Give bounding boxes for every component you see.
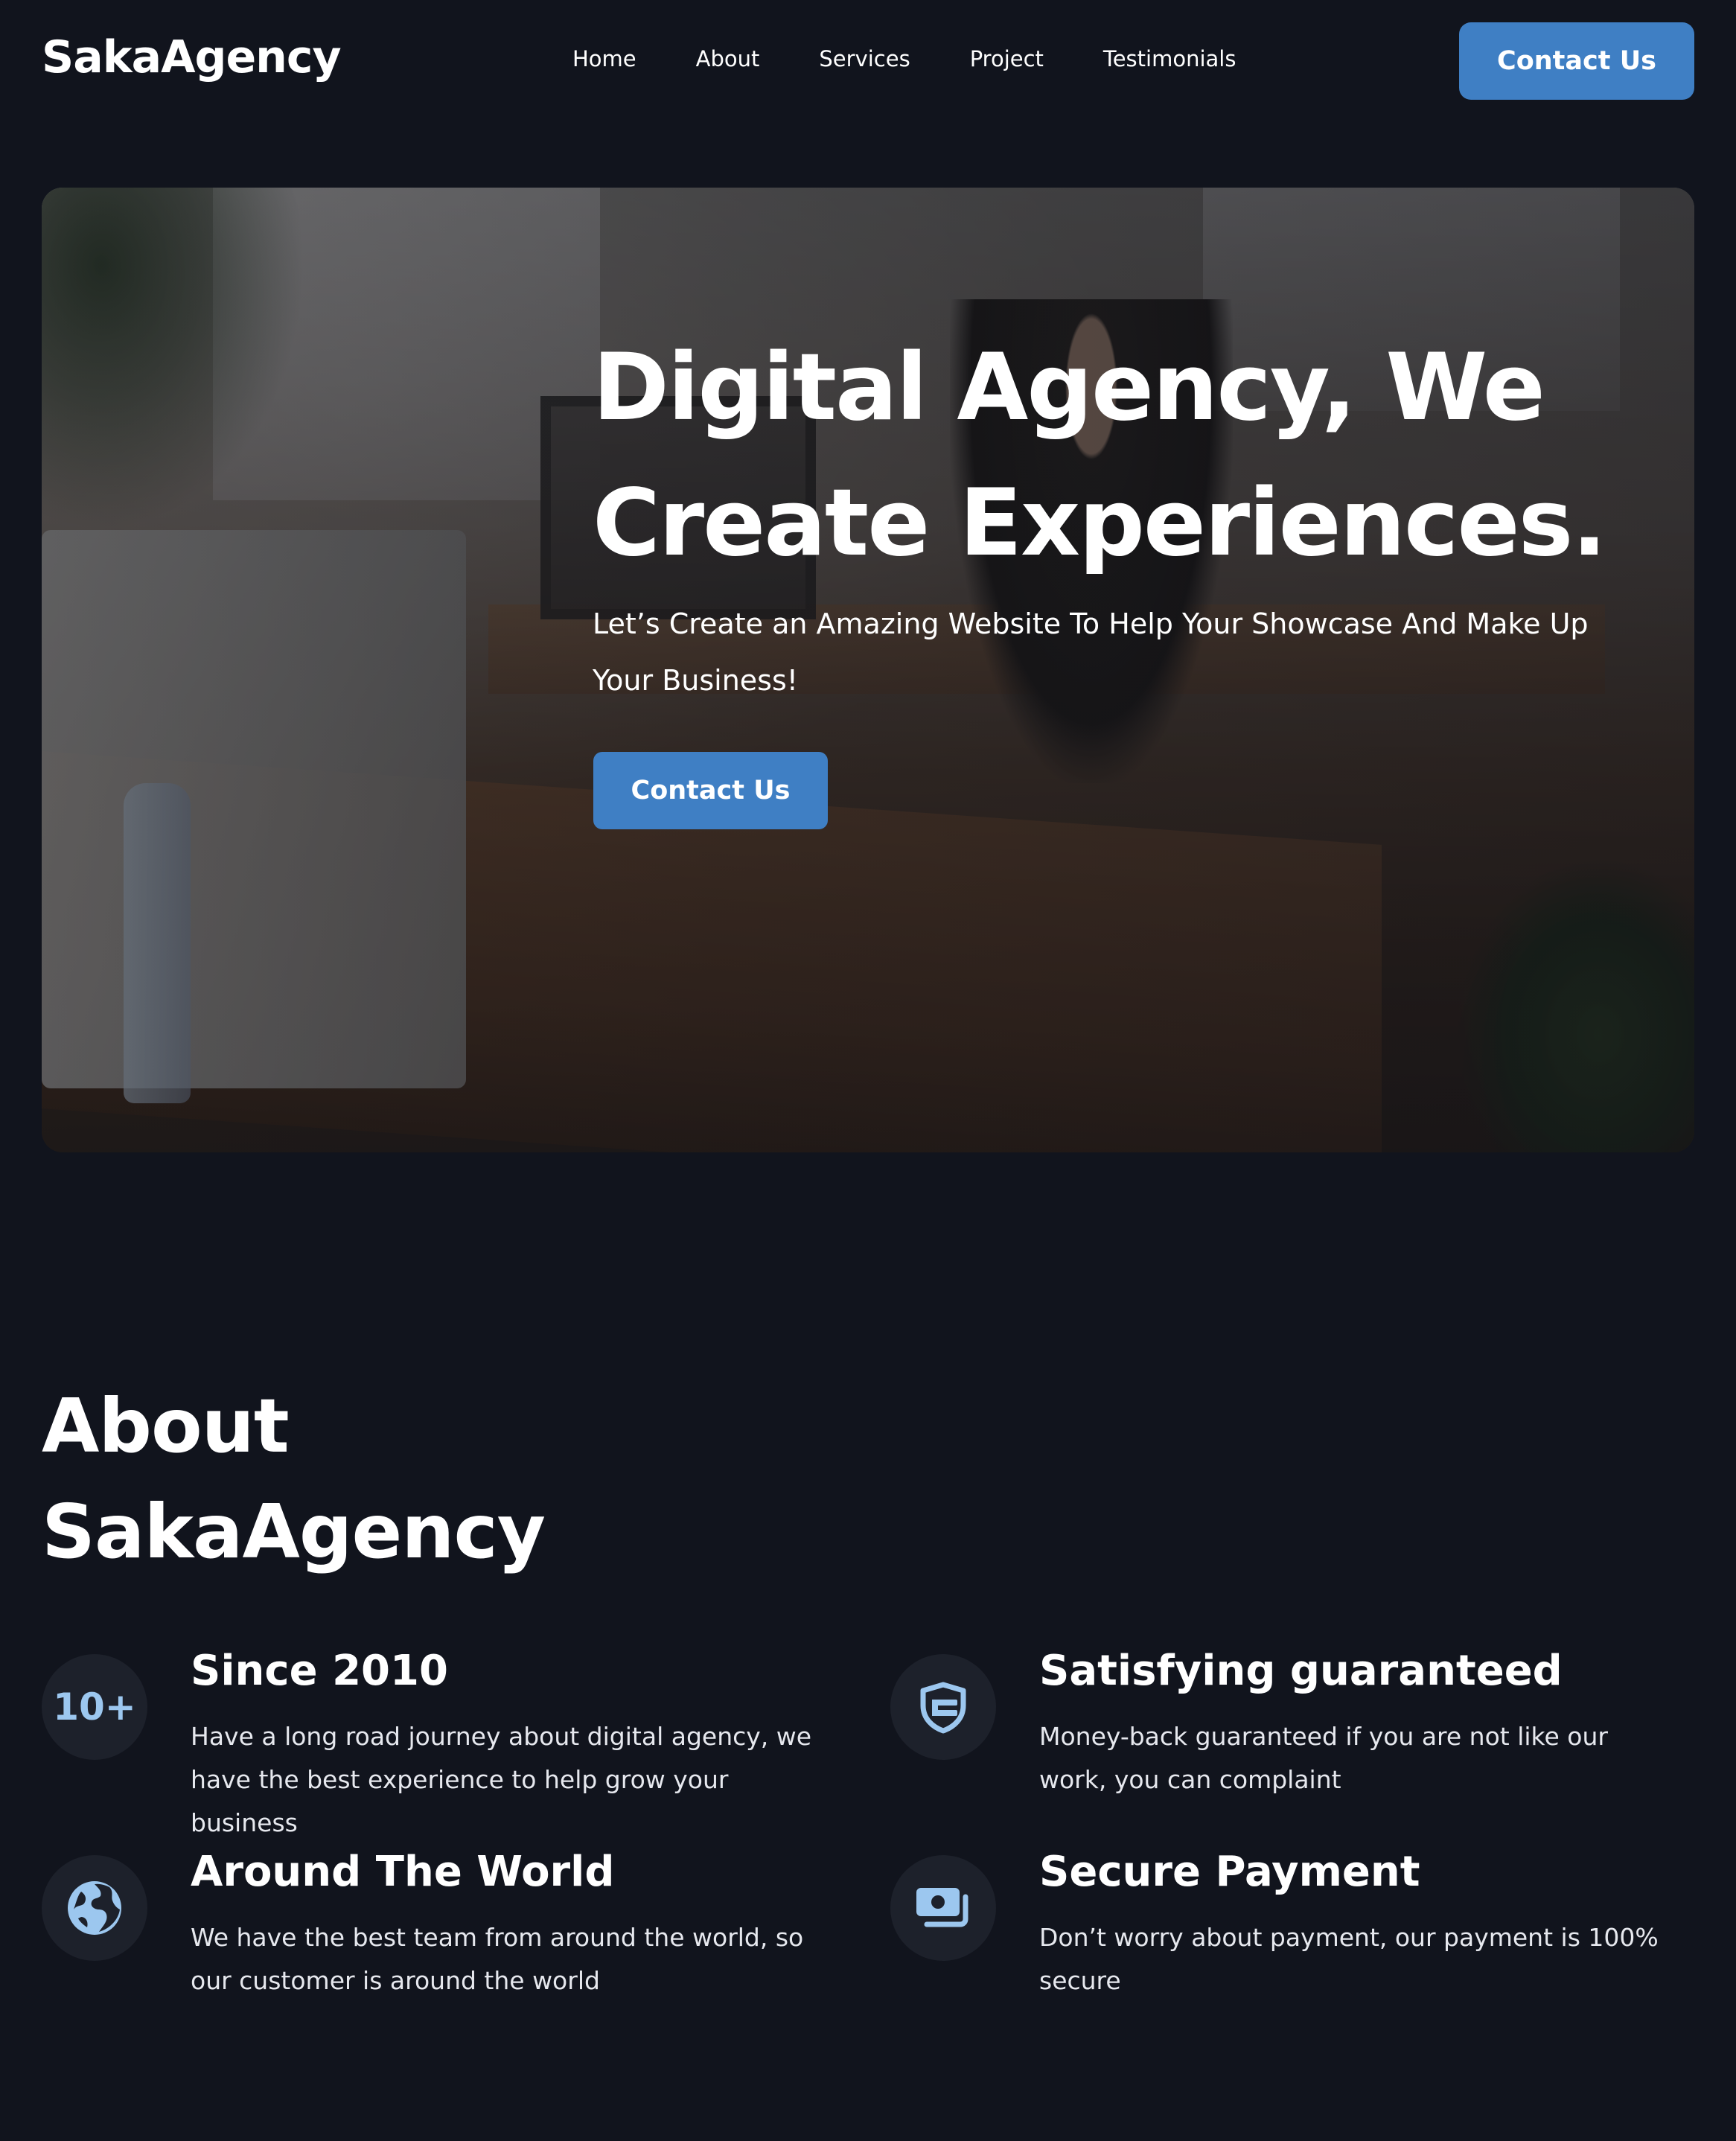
feature-description: Don’t worry about payment, our payment i… — [1039, 1923, 1659, 1995]
money-icon-svg — [916, 1888, 968, 1927]
feature-since-2010: 10+ Since 2010 Have a long road journey … — [42, 1647, 816, 1837]
nav-link-services[interactable]: Services — [819, 46, 910, 71]
globe-icon-svg — [68, 1881, 121, 1935]
feature-title: Since 2010 — [191, 1647, 448, 1695]
nav-link-project[interactable]: Project — [970, 46, 1044, 71]
feature-description: Money-back guaranteed if you are not lik… — [1039, 1722, 1608, 1794]
contact-us-hero-button[interactable]: Contact Us — [593, 752, 828, 829]
hero-title: Digital Agency, We Create Experiences. — [593, 334, 1607, 577]
feature-secure-payment: Secure Payment Don’t worry about payment… — [890, 1848, 1665, 2026]
ten-plus-badge-text: 10+ — [53, 1685, 136, 1729]
money-icon — [890, 1855, 996, 1961]
feature-title: Satisfying guaranteed — [1039, 1647, 1563, 1695]
nav-links: Home About Services Project Testimonials — [572, 46, 1295, 71]
nav-link-about[interactable]: About — [696, 46, 760, 71]
about-title-line2: SakaAgency — [42, 1488, 546, 1575]
nav-link-testimonials[interactable]: Testimonials — [1103, 46, 1236, 71]
hero-subtitle: Let’s Create an Amazing Website To Help … — [593, 607, 1589, 697]
ten-plus-badge: 10+ — [42, 1654, 147, 1760]
about-title-line1: About — [42, 1382, 290, 1470]
shield-check-icon — [890, 1654, 996, 1760]
feature-title: Secure Payment — [1039, 1848, 1420, 1896]
about-title: About SakaAgency — [42, 1373, 546, 1585]
nav-link-home[interactable]: Home — [572, 46, 636, 71]
feature-satisfying-guaranteed: Satisfying guaranteed Money-back guarant… — [890, 1647, 1665, 1825]
shield-check-icon-svg — [920, 1682, 966, 1734]
feature-description: Have a long road journey about digital a… — [191, 1722, 812, 1837]
feature-around-the-world: Around The World We have the best team f… — [42, 1848, 816, 2026]
feature-description: We have the best team from around the wo… — [191, 1923, 804, 1995]
globe-icon — [42, 1855, 147, 1961]
feature-title: Around The World — [191, 1848, 615, 1896]
site-logo[interactable]: SakaAgency — [42, 31, 342, 83]
top-navbar: SakaAgency Home About Services Project T… — [0, 0, 1736, 123]
contact-us-nav-button[interactable]: Contact Us — [1459, 22, 1694, 100]
